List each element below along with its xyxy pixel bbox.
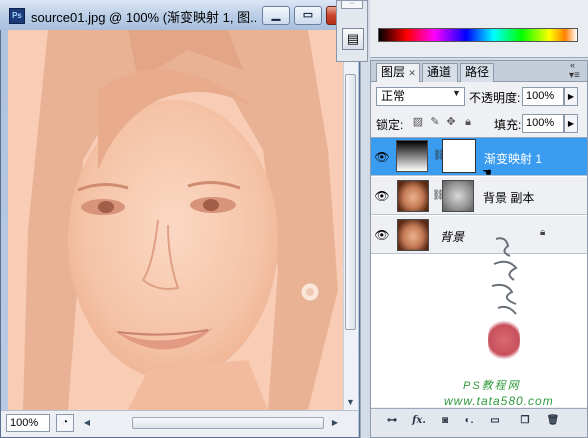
fill-label: 填充:: [494, 118, 522, 132]
tab-channels[interactable]: 通道: [422, 63, 458, 82]
zoom-level-field[interactable]: 100%: [6, 414, 50, 432]
scroll-right-arrow-icon[interactable]: ▶: [328, 416, 342, 430]
scroll-down-arrow-icon[interactable]: ▼: [343, 395, 358, 410]
gradient-map-adjustment-thumbnail[interactable]: [396, 140, 428, 172]
add-mask-icon[interactable]: ◙: [436, 412, 454, 430]
handwritten-signature-watermark: [486, 234, 526, 324]
portrait-image: [8, 30, 343, 410]
photoshop-doc-icon: Ps: [9, 8, 25, 24]
watermark-url: www.tata580.com: [444, 394, 554, 408]
chevron-down-icon[interactable]: ▼: [452, 88, 461, 98]
adjustment-layer-icon[interactable]: ◐.: [460, 412, 478, 430]
minimize-icon: ▁: [271, 9, 281, 21]
layer-thumbnail[interactable]: [397, 180, 429, 212]
fill-field[interactable]: 100%: [522, 114, 564, 133]
new-layer-icon[interactable]: ❐: [516, 412, 534, 430]
layer-name[interactable]: 背景: [440, 228, 464, 245]
horizontal-scroll-thumb[interactable]: [132, 417, 324, 429]
link-chain-icon[interactable]: ⛓︎: [433, 150, 446, 161]
lock-move-icon[interactable]: ✥: [444, 115, 458, 129]
opacity-label: 不透明度:: [469, 91, 521, 105]
panel-collapse-icon[interactable]: «: [570, 60, 575, 70]
red-seal-stamp: [488, 318, 520, 362]
layer-style-fx-icon[interactable]: fx.: [410, 412, 428, 430]
layer-mask-thumbnail[interactable]: [442, 180, 474, 212]
lock-label: 锁定:: [376, 118, 404, 132]
layer-lock-icon: 🔒︎: [540, 227, 546, 238]
layer-name[interactable]: 背景 副本: [483, 189, 534, 206]
lock-all-icon[interactable]: 🔒︎: [461, 115, 475, 129]
image-canvas[interactable]: [8, 30, 343, 410]
maximize-icon: ▭: [302, 9, 314, 21]
watermark-site-name: PS教程网: [463, 380, 521, 392]
minimize-button[interactable]: ▁: [262, 6, 290, 25]
layer-name[interactable]: 渐变映射 1: [484, 150, 542, 167]
color-spectrum-bar[interactable]: [378, 28, 578, 42]
visibility-eye-icon[interactable]: 👁︎: [373, 148, 391, 166]
lock-paint-brush-icon[interactable]: ✎: [428, 115, 442, 129]
vertical-scroll-thumb[interactable]: [345, 74, 356, 330]
fill-slider-arrow-icon[interactable]: ▶: [564, 114, 578, 133]
visibility-eye-icon[interactable]: 👁︎: [373, 187, 391, 205]
layer-thumbnail[interactable]: [397, 219, 429, 251]
new-group-folder-icon[interactable]: ▭: [486, 412, 504, 430]
scroll-left-arrow-icon[interactable]: ◀: [80, 416, 94, 430]
trash-delete-icon[interactable]: 🗑︎: [544, 412, 562, 430]
link-chain-icon[interactable]: ⛓︎: [432, 190, 445, 201]
tab-paths[interactable]: 路径: [460, 63, 494, 82]
document-title: source01.jpg @ 100% (渐变映射 1, 图...: [31, 10, 256, 25]
tab-layers[interactable]: 图层 ✕: [376, 63, 420, 82]
visibility-eye-icon[interactable]: 👁︎: [373, 226, 391, 244]
panel-menu-icon[interactable]: ▾≡: [569, 70, 580, 81]
panel-divider: [360, 0, 370, 438]
opacity-slider-arrow-icon[interactable]: ▶: [564, 87, 578, 106]
navigator-icon[interactable]: ◔: [56, 414, 74, 432]
link-layers-icon[interactable]: ⊶: [383, 412, 401, 430]
maximize-button[interactable]: ▭: [294, 6, 322, 25]
history-panel-icon[interactable]: ▤: [342, 28, 364, 50]
tab-label: 图层: [381, 65, 406, 79]
lock-transparency-icon[interactable]: ▨: [411, 115, 425, 129]
opacity-field[interactable]: 100%: [522, 87, 564, 106]
tab-close-icon[interactable]: ✕: [408, 68, 416, 78]
dock-expand-icon[interactable]: ··: [341, 0, 363, 9]
layer-mask-thumbnail[interactable]: [442, 139, 476, 173]
